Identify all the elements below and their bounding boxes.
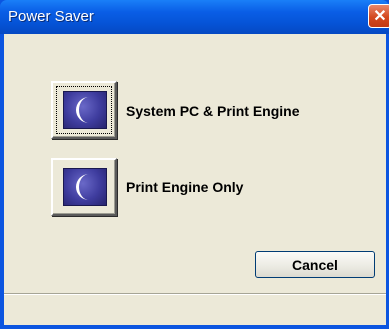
system-pc-and-print-engine-label: System PC & Print Engine	[126, 103, 300, 119]
title-bar[interactable]: Power Saver ✕	[0, 0, 389, 34]
separator	[4, 293, 386, 295]
cancel-button[interactable]: Cancel	[255, 251, 375, 278]
moon-icon	[63, 168, 107, 206]
print-engine-only-label: Print Engine Only	[126, 179, 244, 195]
close-icon: ✕	[373, 8, 387, 25]
dialog-title: Power Saver	[8, 8, 94, 25]
dialog-body: System PC & Print Engine Print Engine On…	[4, 34, 386, 325]
system-pc-and-print-engine-button[interactable]	[51, 81, 117, 139]
power-saver-dialog: Power Saver ✕ System PC & Print Engine P…	[0, 0, 389, 329]
print-engine-only-button[interactable]	[51, 158, 117, 216]
close-button[interactable]: ✕	[368, 4, 389, 28]
moon-icon	[63, 91, 107, 129]
window-bottom-border	[0, 325, 389, 329]
